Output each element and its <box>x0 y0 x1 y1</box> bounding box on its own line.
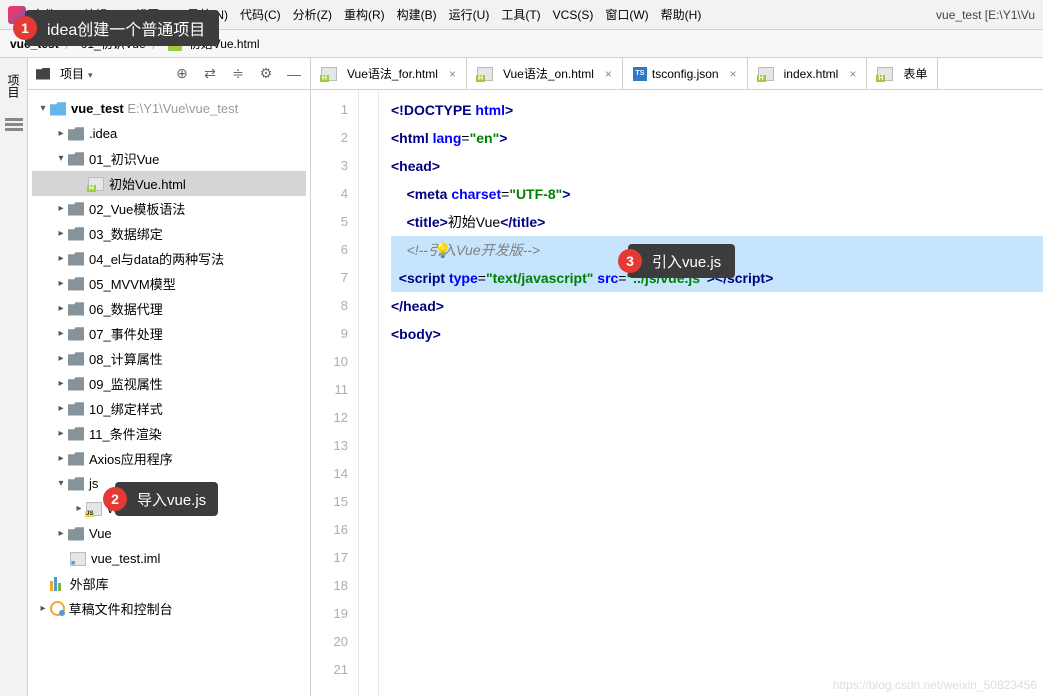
callout-1-badge: 1 <box>13 16 37 40</box>
tab-tsconfig[interactable]: TStsconfig.json <box>623 58 748 89</box>
callout-1-text: idea创建一个普通项目 <box>47 16 205 40</box>
tree-11[interactable]: ▸11_条件渲染 <box>32 421 306 446</box>
intention-bulb-icon[interactable]: 💡 <box>434 236 451 264</box>
menu-window[interactable]: 窗口(W) <box>605 6 648 23</box>
menu-run[interactable]: 运行(U) <box>449 6 490 23</box>
tree-01[interactable]: ▾01_初识Vue <box>32 146 306 171</box>
settings-button[interactable]: ⚙ <box>258 66 274 82</box>
editor-tabs: Vue语法_for.html Vue语法_on.html TStsconfig.… <box>311 58 1043 90</box>
tree-08[interactable]: ▸08_计算属性 <box>32 346 306 371</box>
tree-idea[interactable]: ▸.idea <box>32 121 306 146</box>
tree-07[interactable]: ▸07_事件处理 <box>32 321 306 346</box>
menu-analyze[interactable]: 分析(Z) <box>293 6 332 23</box>
tree-scratch[interactable]: ▸ 草稿文件和控制台 <box>32 596 306 621</box>
structure-icon[interactable] <box>5 118 23 136</box>
callout-2-text: 导入vue.js <box>137 489 206 510</box>
line-gutter: 1 2 3 4 5 6 7 8 9 10 11 12 13 14 15 16 1… <box>311 90 359 696</box>
tree-10[interactable]: ▸10_绑定样式 <box>32 396 306 421</box>
tab-form[interactable]: 表单 <box>867 58 938 89</box>
tree-iml[interactable]: vue_test.iml <box>32 546 306 571</box>
tree-extlib[interactable]: 外部库 <box>32 571 306 596</box>
tree-09[interactable]: ▸09_监视属性 <box>32 371 306 396</box>
callout-2-badge: 2 <box>103 487 127 511</box>
callout-2: 2 导入vue.js <box>115 482 218 516</box>
tree-file-初始vue[interactable]: 初始Vue.html <box>32 171 306 196</box>
main-area: 项目 项目 ⊕ ⇄ ≑ ⚙ — ▾vue_test E:\Y1\Vue\vue_… <box>0 58 1043 696</box>
tab-vue-for[interactable]: Vue语法_for.html <box>311 58 467 89</box>
tree-axios[interactable]: ▸Axios应用程序 <box>32 446 306 471</box>
menu-tools[interactable]: 工具(T) <box>501 6 540 23</box>
expand-button[interactable]: ⇄ <box>202 66 218 82</box>
menu-vcs[interactable]: VCS(S) <box>553 8 594 22</box>
tree-03[interactable]: ▸03_数据绑定 <box>32 221 306 246</box>
collapse-button[interactable]: ≑ <box>230 66 246 82</box>
sidebar-tab-strip: 项目 <box>0 58 28 696</box>
callout-1: 1 idea创建一个普通项目 <box>25 10 219 46</box>
tree-vue-dir[interactable]: ▸Vue <box>32 521 306 546</box>
project-tree: ▾vue_test E:\Y1\Vue\vue_test ▸.idea ▾01_… <box>28 90 310 696</box>
tree-04[interactable]: ▸04_el与data的两种写法 <box>32 246 306 271</box>
tab-index[interactable]: index.html <box>748 58 868 89</box>
sidebar-tab-project[interactable]: 项目 <box>5 74 22 98</box>
callout-3-text: 引入vue.js <box>652 251 721 272</box>
tab-vue-on[interactable]: Vue语法_on.html <box>467 58 623 89</box>
menu-build[interactable]: 构建(B) <box>397 6 437 23</box>
editor-area: Vue语法_for.html Vue语法_on.html TStsconfig.… <box>311 58 1043 696</box>
callout-3-badge: 3 <box>618 249 642 273</box>
menu-help[interactable]: 帮助(H) <box>661 6 702 23</box>
callout-3: 3 引入vue.js <box>628 244 735 278</box>
tree-root[interactable]: ▾vue_test E:\Y1\Vue\vue_test <box>32 96 306 121</box>
folder-icon <box>36 68 50 80</box>
fold-gutter <box>359 90 379 696</box>
tree-02[interactable]: ▸02_Vue模板语法 <box>32 196 306 221</box>
code-body[interactable]: <!DOCTYPE html> <html lang="en"> <head> … <box>379 90 1043 696</box>
hide-button[interactable]: — <box>286 66 302 82</box>
project-panel-header: 项目 ⊕ ⇄ ≑ ⚙ — <box>28 58 310 90</box>
project-panel: 项目 ⊕ ⇄ ≑ ⚙ — ▾vue_test E:\Y1\Vue\vue_tes… <box>28 58 311 696</box>
menu-code[interactable]: 代码(C) <box>240 6 281 23</box>
tree-05[interactable]: ▸05_MVVM模型 <box>32 271 306 296</box>
locate-button[interactable]: ⊕ <box>174 66 190 82</box>
tree-06[interactable]: ▸06_数据代理 <box>32 296 306 321</box>
menu-refactor[interactable]: 重构(R) <box>344 6 385 23</box>
code-editor[interactable]: 1 2 3 4 5 6 7 8 9 10 11 12 13 14 15 16 1… <box>311 90 1043 696</box>
project-label: vue_test [E:\Y1\Vu <box>936 8 1035 22</box>
project-panel-title[interactable]: 项目 <box>60 65 93 82</box>
